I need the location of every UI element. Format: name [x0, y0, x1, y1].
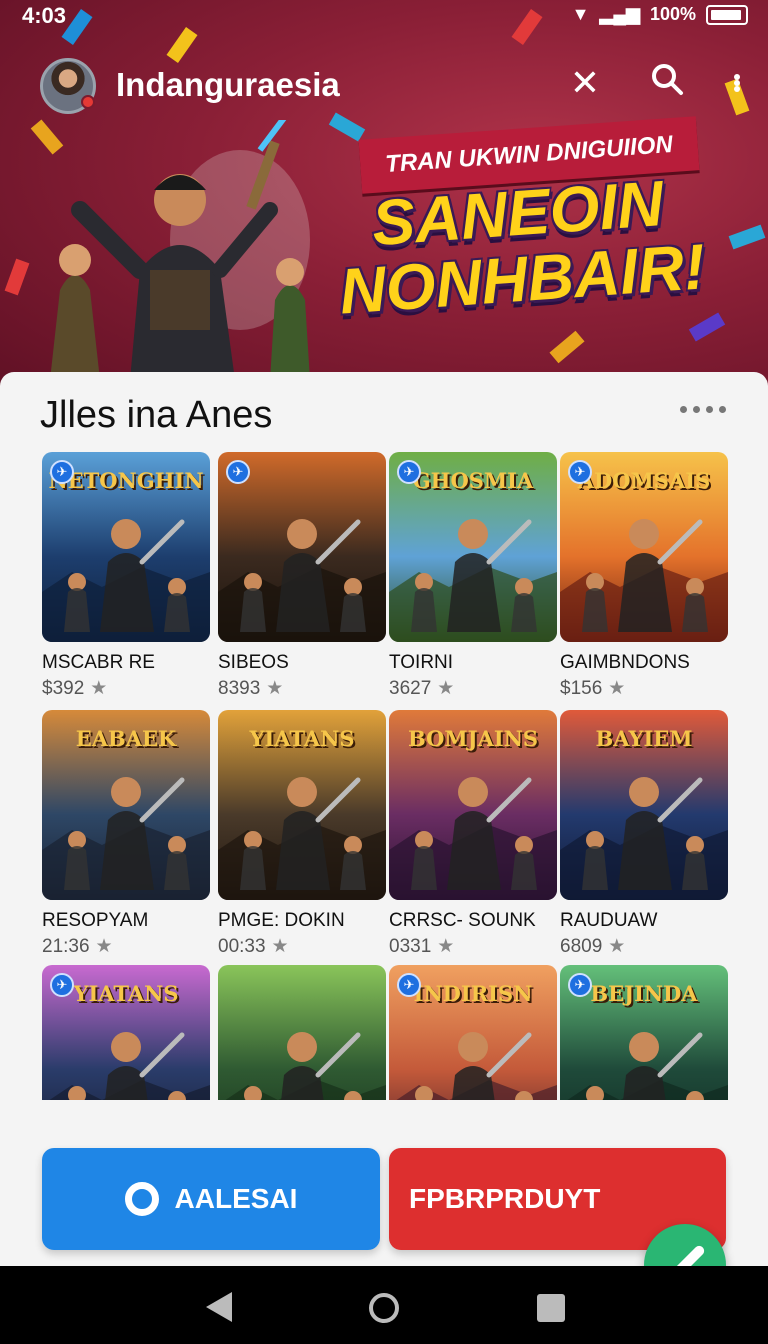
game-tile[interactable]: BOMJAINS CRRSC- SOUNK 0331 ★ — [389, 710, 557, 958]
game-meta: $156 ★ — [560, 677, 728, 700]
recents-icon[interactable] — [537, 1294, 565, 1322]
star-icon: ★ — [608, 936, 626, 957]
battery-icon — [706, 4, 748, 25]
game-name: MSCABR RE — [42, 652, 155, 673]
game-tile[interactable]: GHOSMIA ✈ TOIRNI 3627 ★ — [389, 452, 557, 700]
game-meta: $392 ★ — [42, 677, 210, 700]
game-thumbnail[interactable]: BAYIEM — [560, 710, 728, 900]
home-icon[interactable] — [369, 1293, 399, 1323]
banner-headline: SANEOIN NONHBAIR! — [326, 167, 714, 328]
game-meta: 0331 ★ — [389, 935, 557, 958]
secondary-action-label: FPBRPRDUYT — [409, 1183, 601, 1214]
game-thumbnail-title: YIATANS — [249, 726, 355, 751]
game-meta-value: 3627 — [389, 678, 432, 699]
game-name: RESOPYAM — [42, 910, 149, 931]
game-tile[interactable]: NETONGHIN ✈ MSCABR RE $392 ★ — [42, 452, 210, 700]
game-meta: 3627 ★ — [389, 677, 557, 700]
more-dots-icon[interactable] — [680, 406, 726, 413]
game-thumbnail-title: BAYIEM — [595, 726, 693, 751]
hero-banner[interactable]: 4:03 ▼ ▂▄▆ 100% Indanguraesia ✕ TRAN UKW… — [0, 0, 768, 400]
rocket-badge-icon: ✈ — [397, 973, 421, 997]
game-thumbnail[interactable]: EABAEK — [42, 710, 210, 900]
game-name: SIBEOS — [218, 652, 289, 673]
primary-action-label: AALESAI — [174, 1183, 298, 1214]
game-tile[interactable]: YIATANS PMGE: DOKIN 00:33 ★ — [218, 710, 386, 958]
gear-icon — [124, 1182, 159, 1216]
more-options-icon[interactable] — [734, 74, 740, 92]
hero-warriors-illustration — [50, 120, 310, 380]
app-title: Indanguraesia — [116, 66, 340, 103]
rocket-badge-icon: ✈ — [568, 460, 592, 484]
star-icon: ★ — [90, 678, 108, 699]
game-thumbnail[interactable]: BEJINDA ✈ — [560, 965, 728, 1100]
game-tile[interactable]: ✈ SIBEOS 8393 ★ — [218, 452, 386, 700]
confetti — [728, 224, 766, 250]
star-icon: ★ — [266, 678, 284, 699]
wifi-icon: ▼ — [571, 4, 590, 24]
game-meta-value: 8393 — [218, 678, 261, 699]
game-thumbnail[interactable]: BOMJAINS — [389, 710, 557, 900]
primary-action-button[interactable]: AALESAI — [42, 1148, 380, 1250]
game-thumbnail-title: EABAEK — [75, 726, 177, 751]
game-meta: 21:36 ★ — [42, 935, 210, 958]
game-tile[interactable]: EABAEK RESOPYAM 21:36 ★ — [42, 710, 210, 958]
game-thumbnail[interactable] — [218, 965, 386, 1100]
game-tile[interactable]: BAYIEM RAUDUAW 6809 ★ — [560, 710, 728, 958]
game-name: CRRSC- SOUNK — [389, 910, 536, 931]
game-thumbnail[interactable]: NETONGHIN ✈ — [42, 452, 210, 642]
games-sheet: Jlles ina Anes NETONGHIN ✈ MSCABR RE $392 ★ ✈… — [0, 372, 768, 1272]
game-tile[interactable]: YIATANS ✈ — [42, 965, 210, 1100]
game-meta-value: 21:36 — [42, 936, 90, 957]
confetti — [688, 312, 726, 342]
section-title: Jlles ina Anes — [40, 394, 273, 436]
notification-dot — [81, 95, 95, 109]
rocket-badge-icon: ✈ — [50, 973, 74, 997]
star-icon: ★ — [608, 678, 626, 699]
status-bar: 4:03 ▼ ▂▄▆ 100% — [0, 0, 768, 34]
game-meta-value: 6809 — [560, 936, 603, 957]
star-icon: ★ — [271, 936, 289, 957]
rocket-badge-icon: ✈ — [50, 460, 74, 484]
rocket-badge-icon: ✈ — [568, 973, 592, 997]
star-icon: ★ — [437, 678, 455, 699]
game-name: GAIMBNDONS — [560, 652, 690, 673]
avatar[interactable] — [40, 58, 96, 114]
game-meta: 6809 ★ — [560, 935, 728, 958]
game-thumbnail[interactable]: GHOSMIA ✈ — [389, 452, 557, 642]
game-tile[interactable]: BEJINDA ✈ — [560, 965, 728, 1100]
game-thumbnail[interactable]: YIATANS — [218, 710, 386, 900]
star-icon: ★ — [95, 936, 113, 957]
close-icon[interactable]: ✕ — [570, 63, 600, 103]
game-meta-value: $392 — [42, 678, 85, 699]
rocket-badge-icon: ✈ — [397, 460, 421, 484]
game-name: PMGE: DOKIN — [218, 910, 345, 931]
game-name: TOIRNI — [389, 652, 454, 673]
star-icon: ★ — [437, 936, 455, 957]
game-tile[interactable]: INDIRISN ✈ — [389, 965, 557, 1100]
confetti — [549, 330, 585, 364]
system-nav-bar — [0, 1266, 768, 1344]
game-meta-value: 00:33 — [218, 936, 266, 957]
game-tile[interactable]: ADOMSAIS ✈ GAIMBNDONS $156 ★ — [560, 452, 728, 700]
status-time: 4:03 — [22, 3, 67, 28]
game-meta-value: 0331 — [389, 936, 432, 957]
game-meta: 00:33 ★ — [218, 935, 386, 958]
search-icon[interactable] — [650, 62, 684, 104]
back-icon[interactable] — [206, 1292, 232, 1322]
game-thumbnail[interactable]: ADOMSAIS ✈ — [560, 452, 728, 642]
game-thumbnail[interactable]: INDIRISN ✈ — [389, 965, 557, 1100]
game-meta-value: $156 — [560, 678, 603, 699]
game-meta: 8393 ★ — [218, 677, 386, 700]
game-tile[interactable] — [218, 965, 386, 1100]
game-thumbnail-title: BOMJAINS — [407, 726, 539, 751]
battery-percent: 100% — [649, 4, 696, 24]
game-name: RAUDUAW — [560, 910, 658, 931]
game-thumbnail[interactable]: YIATANS ✈ — [42, 965, 210, 1100]
signal-icon: ▂▄▆ — [599, 4, 640, 24]
app-bar: Indanguraesia ✕ — [0, 50, 768, 116]
game-thumbnail[interactable]: ✈ — [218, 452, 386, 642]
rocket-badge-icon: ✈ — [226, 460, 250, 484]
